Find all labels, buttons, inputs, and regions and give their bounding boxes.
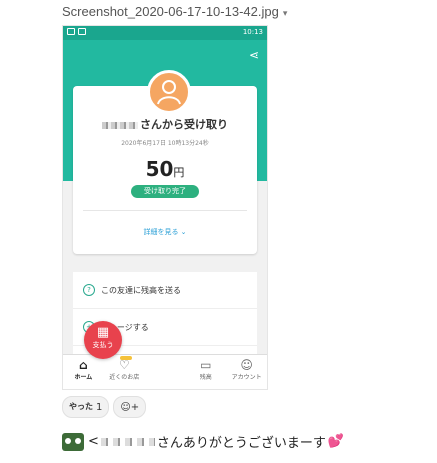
notification-icon [78,28,86,35]
reaction-count: 1 [96,401,103,413]
details-link[interactable]: 詳細を見る ⌄ [73,227,257,237]
status-badge: 受け取り完了 [131,185,199,198]
tab-label: アカウント [231,374,262,381]
home-icon: ⌂ [79,358,88,372]
blurred-name [100,437,155,446]
status-bar: 10:13 [63,26,267,40]
receipt-title-text: さんから受け取り [140,118,228,131]
reactions: やった 1 ☺+ [62,396,147,418]
tab-account[interactable]: ☺ アカウント [226,355,267,389]
status-time: 10:13 [242,28,263,36]
avatar [147,70,191,114]
amount-value: 50 [145,157,174,181]
blurred-name [102,121,138,129]
tab-spacer [145,355,186,389]
message-text: さんありがとうございまーす [156,436,326,451]
divider [83,210,247,211]
receipt-title: さんから受け取り [73,116,257,132]
chevron-down-icon[interactable]: ▾ [283,8,288,18]
shop-icon: ♡ [118,358,130,372]
message: < さんありがとうございまーす 💕 [62,432,344,451]
yatta-emoji-icon: やった [69,402,93,411]
tab-label: ホーム [74,374,93,381]
file-name: Screenshot_2020-06-17-10-13-42.jpg [62,4,279,19]
add-reaction-button[interactable]: ☺+ [113,396,147,418]
receipt-date: 2020年6月17日 10時13分24秒 [121,140,209,147]
message-prefix: < [88,434,99,449]
share-icon[interactable]: ⋖ [249,48,259,62]
tab-label: 残高 [199,374,212,381]
tab-home[interactable]: ⌂ ホーム [63,355,104,389]
tab-label: 近くのお店 [109,374,140,381]
pay-button[interactable]: ▦ 支払う [84,321,122,359]
heart-emoji-icon: 💕 [327,434,345,449]
qr-code-icon: ▦ [96,325,110,340]
menu-item-send-balance[interactable]: ? この友達に残高を送る [73,272,257,309]
add-emoji-icon: ☺+ [120,401,140,413]
new-badge [119,356,132,360]
tab-balance[interactable]: ▭ 残高 [185,355,226,389]
amount-currency: 円 [173,166,185,179]
reaction-yatta[interactable]: やった 1 [62,396,110,418]
file-title[interactable]: Screenshot_2020-06-17-10-13-42.jpg ▾ [62,4,287,19]
pay-button-label: 支払う [92,341,114,349]
app-icon [67,28,75,35]
status-icons [67,28,86,35]
help-circle-icon: ? [83,284,95,296]
tab-nearby-shops[interactable]: ♡ 近くのお店 [104,355,145,389]
person-icon [157,80,181,105]
account-icon: ☺ [240,358,253,372]
menu-item-label: この友達に残高を送る [101,285,181,295]
wallet-icon: ▭ [200,358,212,372]
receipt-amount: 50円 [73,157,257,181]
tab-bar: ⌂ ホーム ♡ 近くのお店 ▭ 残高 ☺ アカウント [63,354,267,389]
panda-emoji-icon [62,432,84,451]
